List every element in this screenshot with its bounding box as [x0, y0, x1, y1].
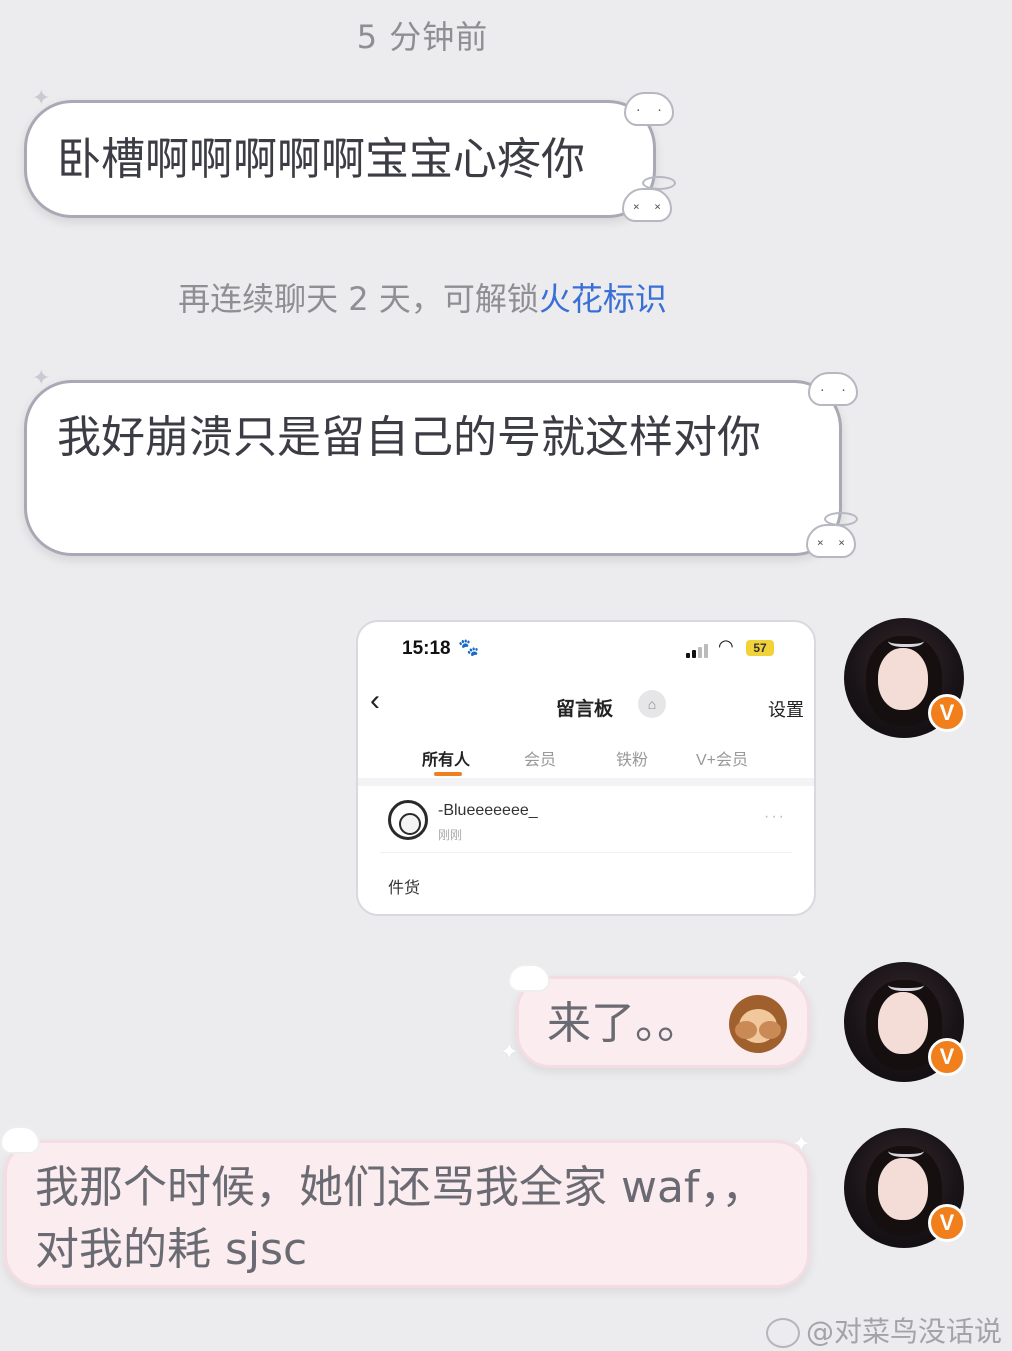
sparkle-icon: ✦ — [790, 966, 809, 991]
post-time: 刚刚 — [438, 828, 463, 842]
sleepy-cloud-icon: × × — [806, 524, 856, 558]
trash-icon: ⌂ — [638, 690, 666, 718]
tab-members: 会员 — [524, 752, 557, 769]
streak-notice-text: 再连续聊天 2 天，可解锁 — [178, 280, 539, 318]
sparkle-icon: ✦ — [792, 1132, 811, 1157]
paw-icon: 🐾 — [458, 638, 480, 657]
incoming-message-bubble[interactable]: 卧槽啊啊啊啊啊宝宝心疼你 — [24, 100, 656, 218]
sleepy-cloud-icon: × × — [622, 188, 672, 222]
message-text: 卧槽啊啊啊啊啊宝宝心疼你 — [57, 134, 585, 185]
avatar — [388, 800, 428, 840]
post-username: -Blueeeeeee_ — [438, 802, 538, 819]
tab-fans: 铁粉 — [616, 752, 649, 769]
weibo-icon — [765, 1318, 800, 1348]
message-text: 我好崩溃只是留自己的号就这样对你 — [57, 412, 761, 463]
wifi-icon: ◠ — [718, 636, 734, 656]
avatar[interactable]: V — [844, 618, 966, 738]
cloud-sticker-icon: · · — [624, 92, 674, 126]
post-card — [370, 790, 804, 914]
settings-label: 设置 — [768, 700, 804, 720]
status-time: 15:18 — [402, 638, 451, 659]
streak-notice: 再连续聊天 2 天，可解锁火花标识 — [0, 274, 845, 320]
sparkle-icon: ✦ — [32, 366, 51, 391]
cloud-sticker-icon: · · — [808, 372, 858, 406]
more-icon: ··· — [764, 808, 786, 825]
watermark: @对菜鸟没话说 — [765, 1310, 1002, 1350]
post-content: 件货 — [388, 880, 421, 897]
verified-badge-icon: V — [928, 1204, 966, 1242]
battery-icon: 57 — [746, 640, 774, 656]
bunny-sticker-icon — [0, 1126, 40, 1154]
avatar[interactable]: V — [844, 962, 966, 1082]
message-text: 来了。。 — [547, 998, 701, 1049]
bunny-sticker-icon — [508, 964, 550, 992]
verified-badge-icon: V — [928, 694, 966, 732]
avatar[interactable]: V — [844, 1128, 966, 1248]
message-text: 我那个时候，她们还骂我全家 waf，，对我的耗 sjsc — [35, 1162, 766, 1275]
timestamp: 5 分钟前 — [356, 18, 489, 56]
sparkle-icon: ✦ — [500, 1040, 519, 1065]
active-tab-indicator — [434, 772, 462, 776]
back-icon: ‹ — [370, 684, 380, 717]
signal-icon — [686, 644, 708, 658]
outgoing-message-bubble[interactable]: 来了。。 — [516, 976, 810, 1068]
spark-badge-link[interactable]: 火花标识 — [539, 280, 667, 318]
shared-screenshot-image[interactable]: 15:18 🐾 ◠ 57 ‹ 留言板 ⌂ 设置 所有人 会员 铁粉 V+会员 -… — [356, 620, 816, 916]
tab-all: 所有人 — [422, 752, 471, 769]
outgoing-message-bubble[interactable]: 我那个时候，她们还骂我全家 waf，，对我的耗 sjsc — [4, 1140, 810, 1288]
see-no-evil-monkey-icon — [729, 995, 787, 1053]
sparkle-icon: ✦ — [32, 86, 51, 111]
incoming-message-bubble[interactable]: 我好崩溃只是留自己的号就这样对你 — [24, 380, 842, 556]
tab-vplus: V+会员 — [696, 752, 749, 769]
page-title: 留言板 — [556, 699, 614, 720]
verified-badge-icon: V — [928, 1038, 966, 1076]
watermark-text: @对菜鸟没话说 — [805, 1315, 1002, 1348]
